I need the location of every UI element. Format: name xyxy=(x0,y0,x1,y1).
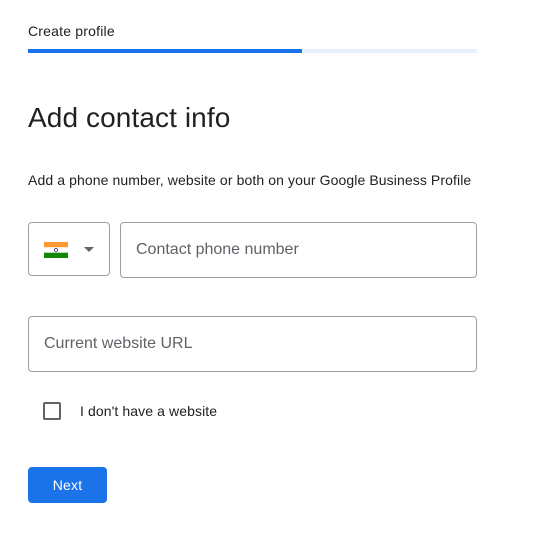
create-profile-page: Create profile Add contact info Add a ph… xyxy=(0,0,554,541)
country-code-select[interactable] xyxy=(28,222,110,276)
progress-bar-fill xyxy=(28,49,302,53)
page-title: Add contact info xyxy=(28,102,231,133)
no-website-label[interactable]: I don't have a website xyxy=(80,403,217,419)
no-website-checkbox[interactable] xyxy=(43,402,61,420)
no-website-option[interactable]: I don't have a website xyxy=(43,401,217,421)
step-header-label: Create profile xyxy=(28,23,115,39)
contact-phone-input[interactable] xyxy=(121,223,476,277)
website-url-input[interactable] xyxy=(29,317,476,371)
next-button[interactable]: Next xyxy=(28,467,107,503)
website-field[interactable] xyxy=(28,316,477,372)
caret-down-icon xyxy=(84,247,94,252)
page-subtitle: Add a phone number, website or both on y… xyxy=(28,172,472,188)
india-flag-icon xyxy=(44,242,68,258)
progress-bar xyxy=(28,49,477,53)
phone-field[interactable] xyxy=(120,222,477,278)
